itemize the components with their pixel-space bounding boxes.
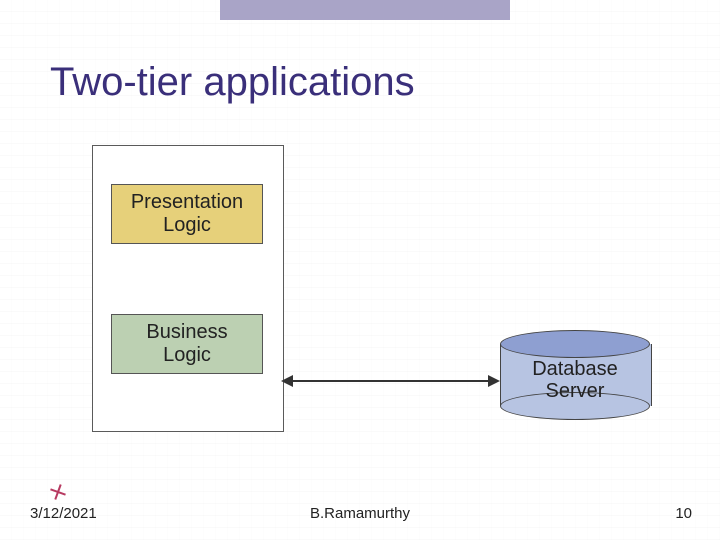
database-cylinder: DatabaseServer	[500, 330, 650, 420]
database-label: DatabaseServer	[500, 358, 650, 402]
presentation-logic-box: PresentationLogic	[111, 184, 263, 244]
client-tier-container: PresentationLogic BusinessLogic	[92, 145, 284, 432]
connector-arrow	[283, 380, 498, 382]
footer-page-number: 10	[675, 505, 692, 522]
header-accent-bar	[220, 0, 510, 20]
decorative-accent-icon	[50, 484, 66, 500]
footer-author: B.Ramamurthy	[0, 505, 720, 522]
cylinder-top	[500, 330, 650, 358]
slide-title: Two-tier applications	[50, 60, 415, 105]
slide: Two-tier applications PresentationLogic …	[0, 0, 720, 540]
business-logic-box: BusinessLogic	[111, 314, 263, 374]
